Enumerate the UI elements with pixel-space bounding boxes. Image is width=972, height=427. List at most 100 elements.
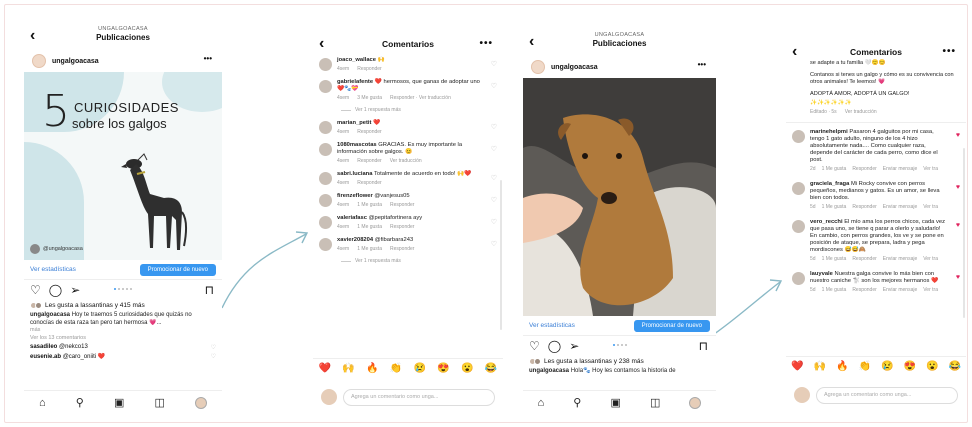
comment-action-link[interactable]: Responder: [852, 204, 876, 211]
comment-action-link[interactable]: Responder: [390, 224, 414, 231]
username[interactable]: ungalgoacasa: [52, 58, 99, 65]
likes-row[interactable]: Les gusta a lassantinas y 415 más: [24, 300, 222, 310]
more-options-icon[interactable]: •••: [479, 38, 493, 49]
comment-action-link[interactable]: Responder: [852, 256, 876, 263]
comment-input[interactable]: Agrega un comentario como unga...: [343, 388, 495, 406]
reply-link[interactable]: Responder: [357, 66, 381, 73]
shop-icon[interactable]: ◫: [154, 396, 164, 409]
emoji-reaction-button[interactable]: 😍: [437, 363, 449, 374]
caption-user[interactable]: ungalgoacasa: [30, 312, 70, 318]
emoji-reaction-button[interactable]: 🔥: [836, 361, 848, 372]
comment-input[interactable]: Agrega un comentario como unga...: [816, 386, 958, 404]
avatar[interactable]: [319, 194, 332, 207]
heart-icon[interactable]: ♡: [211, 344, 216, 351]
emoji-reaction-button[interactable]: 😮: [461, 363, 473, 374]
emoji-reaction-button[interactable]: 😮: [926, 361, 938, 372]
comment-action-link[interactable]: 1 Me gusta: [822, 166, 847, 173]
emoji-reaction-button[interactable]: ❤️: [791, 361, 803, 372]
emoji-reaction-button[interactable]: 😍: [904, 361, 916, 372]
comment-user[interactable]: graciela_fraga: [810, 181, 849, 187]
avatar[interactable]: [319, 143, 332, 156]
emoji-reaction-button[interactable]: 🙌: [342, 363, 354, 374]
emoji-reaction-button[interactable]: 😂: [949, 361, 961, 372]
scrollbar[interactable]: [500, 180, 502, 330]
avatar[interactable]: [319, 80, 332, 93]
reply-link[interactable]: Responder: [357, 180, 381, 187]
promote-again-button[interactable]: Promocionar de nuevo: [139, 263, 216, 276]
avatar[interactable]: [319, 238, 332, 251]
heart-icon[interactable]: ♡: [491, 218, 497, 226]
comment-action-link[interactable]: Enviar mensaje: [883, 287, 917, 294]
heart-icon[interactable]: ♥: [956, 274, 960, 281]
avatar[interactable]: [531, 60, 545, 74]
profile-avatar[interactable]: [194, 396, 207, 409]
comment-action-link[interactable]: 1 Me gusta: [822, 204, 847, 211]
share-icon[interactable]: ➢: [569, 340, 579, 352]
bookmark-icon[interactable]: ⊓: [699, 339, 708, 353]
search-icon[interactable]: ⚲: [76, 396, 84, 409]
comment-action-link[interactable]: Ver tra: [923, 287, 938, 294]
heart-icon[interactable]: ♡: [211, 353, 216, 360]
comment-action-link[interactable]: Enviar mensaje: [883, 166, 917, 173]
comment-action-link[interactable]: Ver traducción: [390, 158, 422, 165]
comment-action-link[interactable]: Ver tra: [923, 166, 938, 173]
comment-action-link[interactable]: Ver tra: [923, 204, 938, 211]
view-replies-link[interactable]: Ver 1 respuesta más: [319, 105, 497, 117]
view-comments-link[interactable]: Ver los 13 comentarios: [24, 333, 222, 343]
more-options-icon[interactable]: •••: [942, 46, 956, 57]
comment-action-link[interactable]: Responder: [390, 246, 414, 253]
comment-icon[interactable]: ◯: [548, 340, 561, 352]
comment-user[interactable]: firenzeflower: [337, 193, 373, 199]
post-image-dog-photo[interactable]: [523, 78, 716, 316]
share-icon[interactable]: ➢: [70, 284, 80, 296]
comment-user[interactable]: eusenie.ab: [30, 354, 61, 360]
reply-link[interactable]: 3 Me gusta: [357, 95, 382, 102]
heart-icon[interactable]: ♥: [956, 184, 960, 191]
comment-user[interactable]: gabrielafente: [337, 79, 373, 85]
avatar[interactable]: [319, 216, 332, 229]
translate-link[interactable]: Ver traducción: [845, 109, 877, 116]
avatar[interactable]: [792, 220, 805, 233]
emoji-reaction-button[interactable]: 😢: [414, 363, 426, 374]
comment-action-link[interactable]: Responder: [852, 287, 876, 294]
comment-action-link[interactable]: Responder: [852, 166, 876, 173]
avatar[interactable]: [319, 172, 332, 185]
comment-action-link[interactable]: Responder · Ver traducción: [390, 95, 451, 102]
comment-user[interactable]: lauyvale: [810, 271, 833, 277]
reply-link[interactable]: 1 Me gusta: [357, 224, 382, 231]
avatar[interactable]: [32, 54, 46, 68]
likes-row[interactable]: Les gusta a lassantinas y 238 más: [523, 356, 716, 366]
comment-action-link[interactable]: 1 Me gusta: [822, 256, 847, 263]
emoji-reaction-button[interactable]: 😂: [485, 363, 497, 374]
heart-icon[interactable]: ♡: [491, 174, 497, 182]
avatar[interactable]: [319, 121, 332, 134]
comment-user[interactable]: 1080mascotas: [337, 142, 377, 148]
reply-link[interactable]: 1 Me gusta: [357, 246, 382, 253]
view-stats-link[interactable]: Ver estadísticas: [30, 266, 76, 273]
shop-icon[interactable]: ◫: [650, 396, 660, 409]
post-image-curiosidades[interactable]: 5 CURIOSIDADES sobre los galgos @ungalgo…: [24, 72, 222, 260]
home-icon[interactable]: ⌂: [538, 397, 545, 409]
comment-user[interactable]: valeriafasc: [337, 215, 367, 221]
avatar[interactable]: [319, 58, 332, 71]
emoji-reaction-button[interactable]: 🙌: [814, 361, 826, 372]
comment-action-link[interactable]: 1 Me gusta: [822, 287, 847, 294]
reply-link[interactable]: 1 Me gusta: [357, 202, 382, 209]
heart-icon[interactable]: ♡: [30, 284, 41, 296]
comment-user[interactable]: vero_recchi: [810, 219, 843, 225]
avatar[interactable]: [792, 182, 805, 195]
emoji-reaction-button[interactable]: 👏: [859, 361, 871, 372]
more-options-icon[interactable]: •••: [698, 60, 706, 69]
scrollbar[interactable]: [963, 148, 965, 318]
caption-user[interactable]: ungalgoacasa: [529, 368, 569, 374]
heart-icon[interactable]: ♡: [491, 145, 497, 153]
emoji-reaction-button[interactable]: 😢: [881, 361, 893, 372]
search-icon[interactable]: ⚲: [573, 396, 581, 409]
comment-action-link[interactable]: Responder: [390, 202, 414, 209]
comment-user[interactable]: joaco_wallace: [337, 57, 376, 63]
bookmark-icon[interactable]: ⊓: [205, 283, 214, 297]
heart-icon[interactable]: ♡: [491, 123, 497, 131]
profile-avatar[interactable]: [689, 396, 702, 409]
emoji-reaction-button[interactable]: 👏: [390, 363, 402, 374]
heart-icon[interactable]: ♥: [956, 222, 960, 229]
